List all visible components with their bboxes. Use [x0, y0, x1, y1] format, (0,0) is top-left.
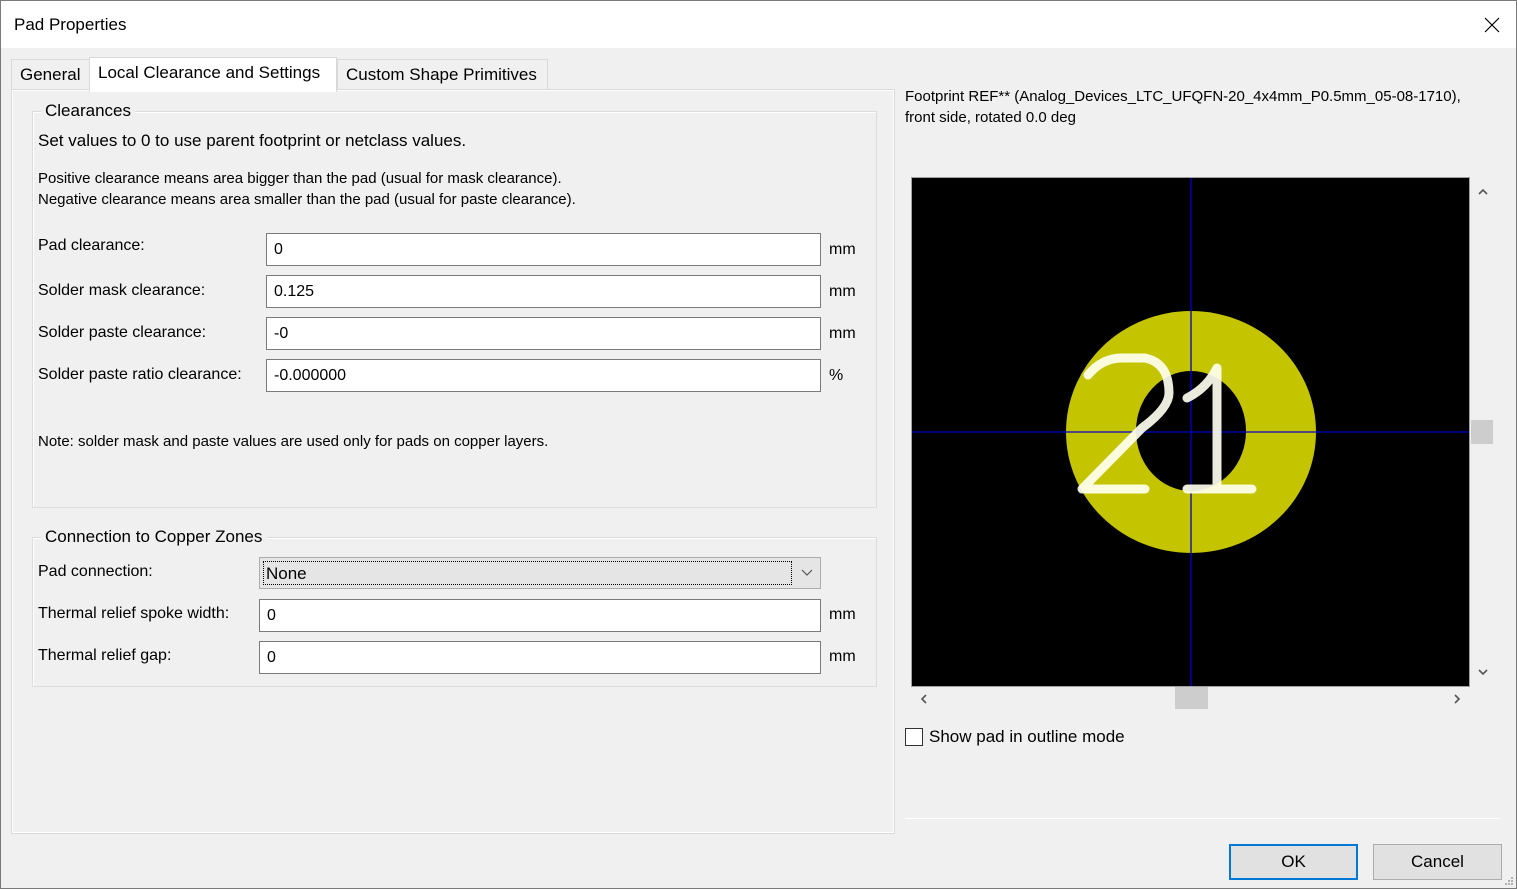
clearances-explain-positive: Positive clearance means area bigger tha… — [38, 170, 562, 187]
thermal-gap-unit: mm — [829, 648, 856, 665]
pad-preview-svg — [912, 178, 1469, 686]
close-icon — [1484, 17, 1500, 32]
outline-mode-label: Show pad in outline mode — [929, 727, 1125, 746]
pad-connection-label: Pad connection: — [38, 563, 153, 580]
vertical-scroll-thumb[interactable] — [1471, 420, 1493, 444]
solder-paste-clearance-label: Solder paste clearance: — [38, 324, 207, 341]
preview-caption-line1: Footprint REF** (Analog_Devices_LTC_UFQF… — [905, 88, 1461, 105]
tab-general[interactable]: General — [11, 59, 90, 91]
clearances-intro: Set values to 0 to use parent footprint … — [38, 131, 467, 150]
scroll-up-icon[interactable] — [1477, 187, 1489, 197]
pad-properties-dialog: Pad Properties General Local Clearance a… — [0, 0, 1517, 889]
solder-mask-clearance-label: Solder mask clearance: — [38, 282, 206, 299]
solder-paste-ratio-label: Solder paste ratio clearance: — [38, 366, 242, 383]
thermal-spoke-width-label: Thermal relief spoke width: — [38, 605, 230, 622]
cancel-button[interactable]: Cancel — [1373, 844, 1502, 880]
tab-panel-local-clearance: Clearances Set values to 0 to use parent… — [11, 89, 895, 834]
copper-zones-group-title: Connection to Copper Zones — [41, 527, 267, 547]
close-button[interactable] — [1468, 1, 1516, 48]
solder-mask-clearance-unit: mm — [829, 283, 856, 300]
tab-custom-shape-primitives[interactable]: Custom Shape Primitives — [337, 59, 548, 91]
thermal-spoke-width-input[interactable] — [259, 599, 821, 632]
scroll-down-icon[interactable] — [1477, 667, 1489, 677]
scroll-right-icon[interactable] — [1452, 693, 1462, 705]
scroll-left-icon[interactable] — [919, 693, 929, 705]
resize-grip-icon[interactable] — [1504, 876, 1514, 886]
preview-horizontal-scrollbar[interactable] — [911, 687, 1470, 711]
preview-caption: Footprint REF** (Analog_Devices_LTC_UFQF… — [905, 86, 1461, 128]
dialog-title: Pad Properties — [14, 15, 127, 34]
solder-paste-clearance-unit: mm — [829, 325, 856, 342]
pad-connection-value: None — [263, 561, 792, 585]
pad-clearance-input[interactable] — [266, 233, 821, 266]
solder-mask-clearance-input[interactable] — [266, 275, 821, 308]
pad-clearance-unit: mm — [829, 241, 856, 258]
preview-caption-line2: front side, rotated 0.0 deg — [905, 109, 1076, 126]
button-separator — [905, 818, 1500, 819]
pad-clearance-label: Pad clearance: — [38, 237, 145, 254]
thermal-gap-input[interactable] — [259, 641, 821, 674]
solder-paste-clearance-input[interactable] — [266, 317, 821, 350]
thermal-spoke-width-unit: mm — [829, 606, 856, 623]
horizontal-scroll-thumb[interactable] — [1175, 687, 1208, 709]
preview-vertical-scrollbar[interactable] — [1471, 177, 1495, 687]
ok-button[interactable]: OK — [1229, 844, 1358, 880]
clearances-explain-negative: Negative clearance means area smaller th… — [38, 191, 576, 208]
chevron-down-icon — [801, 569, 813, 576]
pad-connection-select[interactable]: None — [259, 557, 821, 589]
tab-local-clearance[interactable]: Local Clearance and Settings — [89, 57, 337, 92]
clearances-note: Note: solder mask and paste values are u… — [38, 433, 549, 450]
pad-preview-canvas[interactable] — [911, 177, 1470, 687]
outline-mode-checkbox-row[interactable]: Show pad in outline mode — [905, 727, 1125, 747]
outline-mode-checkbox[interactable] — [905, 728, 923, 746]
thermal-gap-label: Thermal relief gap: — [38, 647, 172, 664]
clearances-group-title: Clearances — [41, 101, 135, 121]
solder-paste-ratio-input[interactable] — [266, 359, 821, 392]
solder-paste-ratio-unit: % — [829, 367, 844, 384]
title-bar: Pad Properties — [1, 1, 1516, 48]
